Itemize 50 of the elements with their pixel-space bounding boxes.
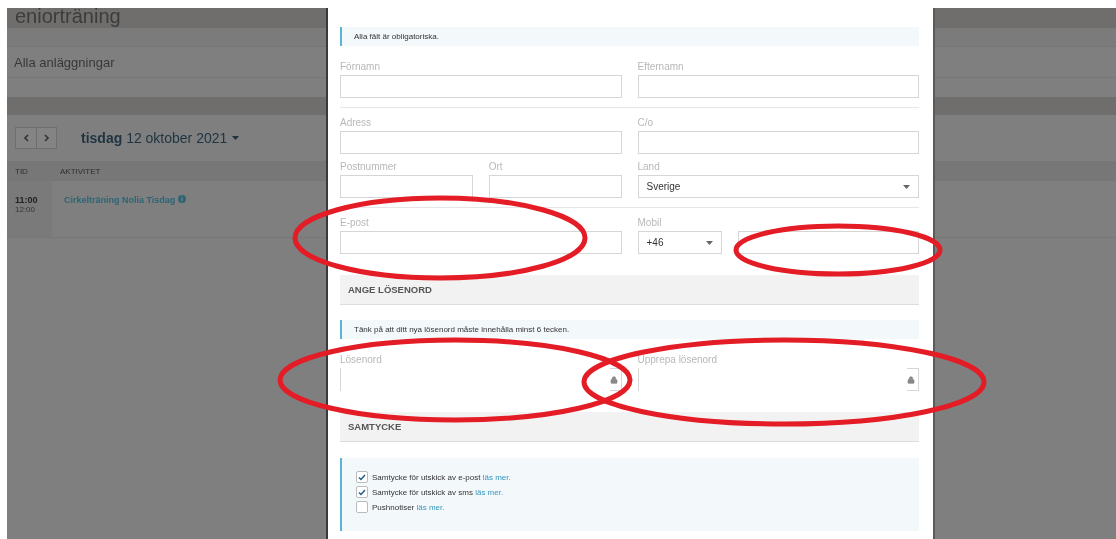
lock-icon (907, 375, 915, 384)
previous-button[interactable] (16, 128, 36, 148)
field-label: Adress (340, 117, 372, 129)
password-field[interactable] (637, 368, 919, 391)
phone-input-field[interactable] (737, 231, 919, 254)
prefix-select[interactable]: +46 (637, 231, 722, 254)
lock-icon (609, 375, 618, 384)
read-more-link[interactable]: läs mer. (475, 487, 504, 497)
input-field[interactable] (340, 131, 622, 154)
next-button[interactable] (36, 128, 56, 148)
input-field[interactable] (488, 175, 622, 198)
field-label: C/o (637, 117, 654, 129)
read-more-link[interactable]: läs mer. (482, 472, 511, 482)
date-picker[interactable]: tisdag 12 oktober 2021 (81, 130, 240, 146)
caret-icon (232, 136, 240, 140)
country-select[interactable]: Sverige (637, 175, 919, 198)
checkbox[interactable] (356, 501, 368, 513)
password-field[interactable] (340, 368, 622, 391)
input-field[interactable] (637, 131, 919, 154)
field-label: Förnamn (340, 61, 380, 73)
consent-label: Samtycke för utskick av sms läs mer. (372, 487, 504, 497)
info-notice: Tänk på att ditt nya lösenord måste innehålla minst 6 tecken. (340, 320, 919, 339)
field-label: Ort (488, 161, 503, 173)
field-label: Land (637, 161, 660, 173)
caret-icon (903, 184, 910, 189)
field-label: Postnummer (340, 161, 397, 173)
consent-label: Samtycke för utskick av e-post läs mer. (372, 472, 511, 482)
read-more-link[interactable]: läs mer. (416, 502, 445, 512)
input-field[interactable] (637, 75, 919, 98)
info-icon (178, 195, 187, 203)
start-time: 11:00 (15, 195, 39, 205)
chevron-left-icon (23, 134, 29, 142)
facility-filter[interactable]: Alla anläggningar (14, 54, 115, 70)
section-header: ANGE LÖSENORD (340, 275, 919, 305)
chevron-right-icon (43, 134, 50, 142)
field-label: Lösenord (340, 354, 382, 366)
field-label: Mobil (637, 217, 662, 229)
field-label: E-post (340, 217, 369, 229)
input-field[interactable] (340, 231, 622, 254)
checkbox[interactable] (356, 486, 368, 498)
input-field[interactable] (340, 75, 622, 98)
input-field[interactable] (340, 175, 473, 198)
info-notice: Alla fält är obligatoriska. (340, 27, 919, 46)
caret-icon (705, 240, 713, 245)
end-time: 12:00 (15, 205, 37, 214)
field-label: Upprepa lösenord (637, 354, 717, 366)
column-header: TID (14, 166, 29, 176)
consent-label: Pushnotiser läs mer. (372, 502, 445, 512)
field-label: Efternamn (637, 61, 684, 73)
checkbox[interactable] (356, 471, 368, 483)
